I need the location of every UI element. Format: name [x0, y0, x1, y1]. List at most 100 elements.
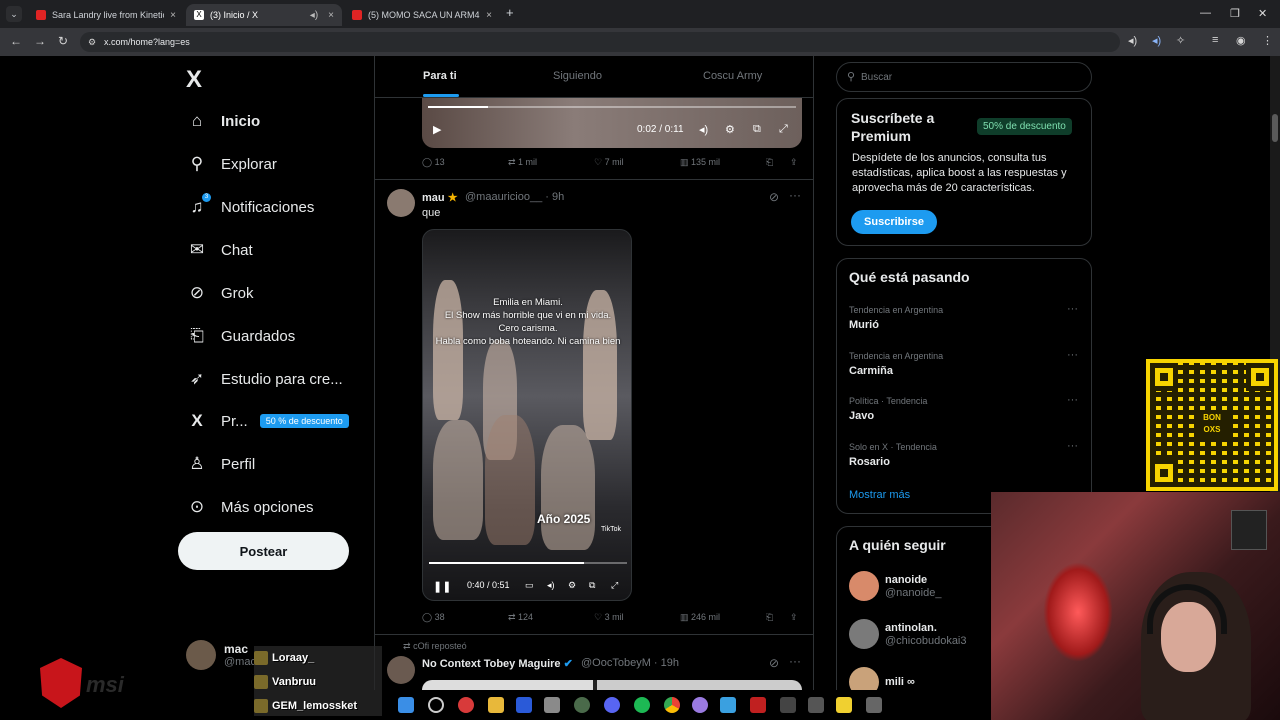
- tweet-author-handle[interactable]: @maauricioo__ · 9h: [465, 191, 564, 203]
- more-icon[interactable]: ···: [789, 188, 801, 202]
- video-player[interactable]: [422, 98, 802, 148]
- bookmark-icon[interactable]: ⎗: [766, 612, 773, 623]
- fullscreen-icon[interactable]: ⤢: [611, 580, 618, 591]
- pip-icon[interactable]: ⧉: [589, 580, 595, 591]
- captions-icon[interactable]: ▭: [525, 580, 534, 591]
- browser-tab-2[interactable]: X (3) Inicio / X ◂) ×: [186, 4, 342, 26]
- subscribe-button[interactable]: Suscribirse: [851, 210, 937, 234]
- app-icon[interactable]: [780, 697, 796, 713]
- close-window-icon[interactable]: ✕: [1258, 7, 1267, 20]
- new-tab-button[interactable]: +: [506, 5, 514, 20]
- settings-icon[interactable]: ⚙: [568, 580, 576, 591]
- sidebar-item-estudio[interactable]: ➶ Estudio para cre...: [186, 369, 343, 389]
- spotify-icon[interactable]: [634, 697, 650, 713]
- account-switcher[interactable]: mac @mac: [186, 640, 256, 670]
- follow-suggestion[interactable]: nanoide @nanoide_: [849, 571, 941, 601]
- x-logo[interactable]: X: [186, 66, 202, 94]
- tab-close-icon[interactable]: ×: [328, 10, 334, 21]
- app-icon[interactable]: [720, 697, 736, 713]
- reply-button[interactable]: ◯ 13: [422, 157, 445, 168]
- tweet-author-name[interactable]: mau ★: [422, 191, 458, 204]
- puzzle-icon[interactable]: ✧: [1176, 34, 1185, 47]
- video-progress[interactable]: [428, 106, 796, 108]
- more-icon[interactable]: ···: [1067, 349, 1078, 361]
- browser-tab-1[interactable]: Sara Landry live from Kinetic Fi ×: [28, 4, 184, 26]
- bookmark-icon[interactable]: ⎗: [766, 157, 773, 168]
- kebab-menu-icon[interactable]: ⋮: [1262, 34, 1273, 47]
- reload-icon[interactable]: ↻: [58, 34, 68, 48]
- search-icon[interactable]: [428, 697, 444, 713]
- sidebar-item-inicio[interactable]: ⌂ Inicio: [186, 111, 260, 131]
- views-button[interactable]: ▥ 246 mil: [680, 612, 720, 623]
- sidebar-item-premium[interactable]: X Pr... 50 % de descuento: [186, 411, 349, 431]
- repost-indicator[interactable]: ⇄ cOfi reposteó: [403, 641, 467, 652]
- repost-button[interactable]: ⇄ 124: [508, 612, 533, 623]
- trend-item[interactable]: Tendencia en Argentina Murió: [849, 305, 943, 331]
- app-icon[interactable]: [574, 697, 590, 713]
- video-progress[interactable]: [429, 562, 627, 564]
- more-icon[interactable]: ···: [789, 654, 801, 668]
- volume-icon[interactable]: ◂): [547, 580, 555, 591]
- search-input[interactable]: ⚲ Buscar: [836, 62, 1092, 92]
- sidebar-item-grok[interactable]: ⊘ Grok: [186, 283, 254, 303]
- chrome-icon[interactable]: [664, 697, 680, 713]
- sidebar-item-perfil[interactable]: ♙ Perfil: [186, 454, 255, 474]
- grok-icon[interactable]: ⊘: [769, 656, 779, 670]
- start-icon[interactable]: [398, 697, 414, 713]
- trend-item[interactable]: Solo en X · Tendencia Rosario: [849, 442, 937, 468]
- tab-coscu-army[interactable]: Coscu Army: [703, 70, 762, 82]
- menu-list-icon[interactable]: ≡: [1212, 34, 1218, 46]
- tab-close-icon[interactable]: ×: [170, 10, 176, 21]
- folder-icon[interactable]: [488, 697, 504, 713]
- extension-icon[interactable]: ◂): [1152, 34, 1161, 47]
- pause-icon[interactable]: ❚❚: [433, 580, 451, 593]
- follow-suggestion[interactable]: mili ∞: [849, 667, 915, 690]
- sidebar-item-explorar[interactable]: ⚲ Explorar: [186, 154, 277, 174]
- more-icon[interactable]: ···: [1067, 394, 1078, 406]
- sidebar-item-mas-opciones[interactable]: ⊙ Más opciones: [186, 497, 314, 517]
- app-icon[interactable]: [692, 697, 708, 713]
- settings-icon[interactable]: ⚙: [725, 123, 735, 136]
- avatar[interactable]: [387, 189, 415, 217]
- views-button[interactable]: ▥ 135 mil: [680, 157, 720, 168]
- trend-item[interactable]: Tendencia en Argentina Carmiña: [849, 351, 943, 377]
- address-bar[interactable]: [80, 32, 1120, 52]
- app-icon[interactable]: [516, 697, 532, 713]
- like-button[interactable]: ♡ 7 mil: [594, 157, 624, 168]
- maximize-icon[interactable]: ❐: [1230, 7, 1240, 20]
- share-icon[interactable]: ⇪: [790, 157, 798, 168]
- back-icon[interactable]: ←: [10, 34, 22, 48]
- play-icon[interactable]: ▶: [433, 123, 441, 136]
- sidebar-item-chat[interactable]: ✉ Chat: [186, 240, 253, 260]
- tab-para-ti[interactable]: Para ti: [423, 70, 457, 82]
- tweet-media[interactable]: [422, 680, 802, 690]
- volume-icon[interactable]: ◂): [1128, 34, 1137, 47]
- app-icon[interactable]: [808, 697, 824, 713]
- post-button[interactable]: Postear: [178, 532, 349, 570]
- share-icon[interactable]: ⇪: [790, 612, 798, 623]
- reply-button[interactable]: ◯ 38: [422, 612, 445, 623]
- trend-item[interactable]: Política · Tendencia Javo: [849, 396, 927, 422]
- avatar[interactable]: [387, 656, 415, 684]
- sidebar-item-guardados[interactable]: ⎗ Guardados: [186, 326, 295, 346]
- forward-icon[interactable]: →: [34, 34, 46, 48]
- app-icon[interactable]: [544, 697, 560, 713]
- browser-tab-3[interactable]: (5) MOMO SACA UN ARM4 Y E ×: [344, 4, 500, 26]
- more-icon[interactable]: ···: [1067, 303, 1078, 315]
- volume-icon[interactable]: ◂): [699, 123, 708, 136]
- app-icon[interactable]: [866, 697, 882, 713]
- follow-suggestion[interactable]: antinolan. @chicobudokai3: [849, 619, 967, 649]
- video-player[interactable]: Emilia en Miami. El Show más horrible qu…: [422, 229, 632, 601]
- fullscreen-icon[interactable]: ⤢: [779, 123, 788, 136]
- profile-icon[interactable]: ◉: [1236, 34, 1246, 47]
- tweet-author-name[interactable]: No Context Tobey Maguire ✔: [422, 657, 573, 670]
- sidebar-item-notificaciones[interactable]: ♫ 3 Notificaciones: [186, 193, 314, 217]
- discord-icon[interactable]: [604, 697, 620, 713]
- url-text[interactable]: x.com/home?lang=es: [104, 37, 190, 47]
- speaker-icon[interactable]: ◂): [310, 10, 318, 21]
- more-icon[interactable]: ···: [1067, 440, 1078, 452]
- notes-icon[interactable]: [836, 697, 852, 713]
- tab-close-icon[interactable]: ×: [486, 10, 492, 21]
- site-info-icon[interactable]: ⚙: [88, 37, 96, 48]
- app-icon[interactable]: [458, 697, 474, 713]
